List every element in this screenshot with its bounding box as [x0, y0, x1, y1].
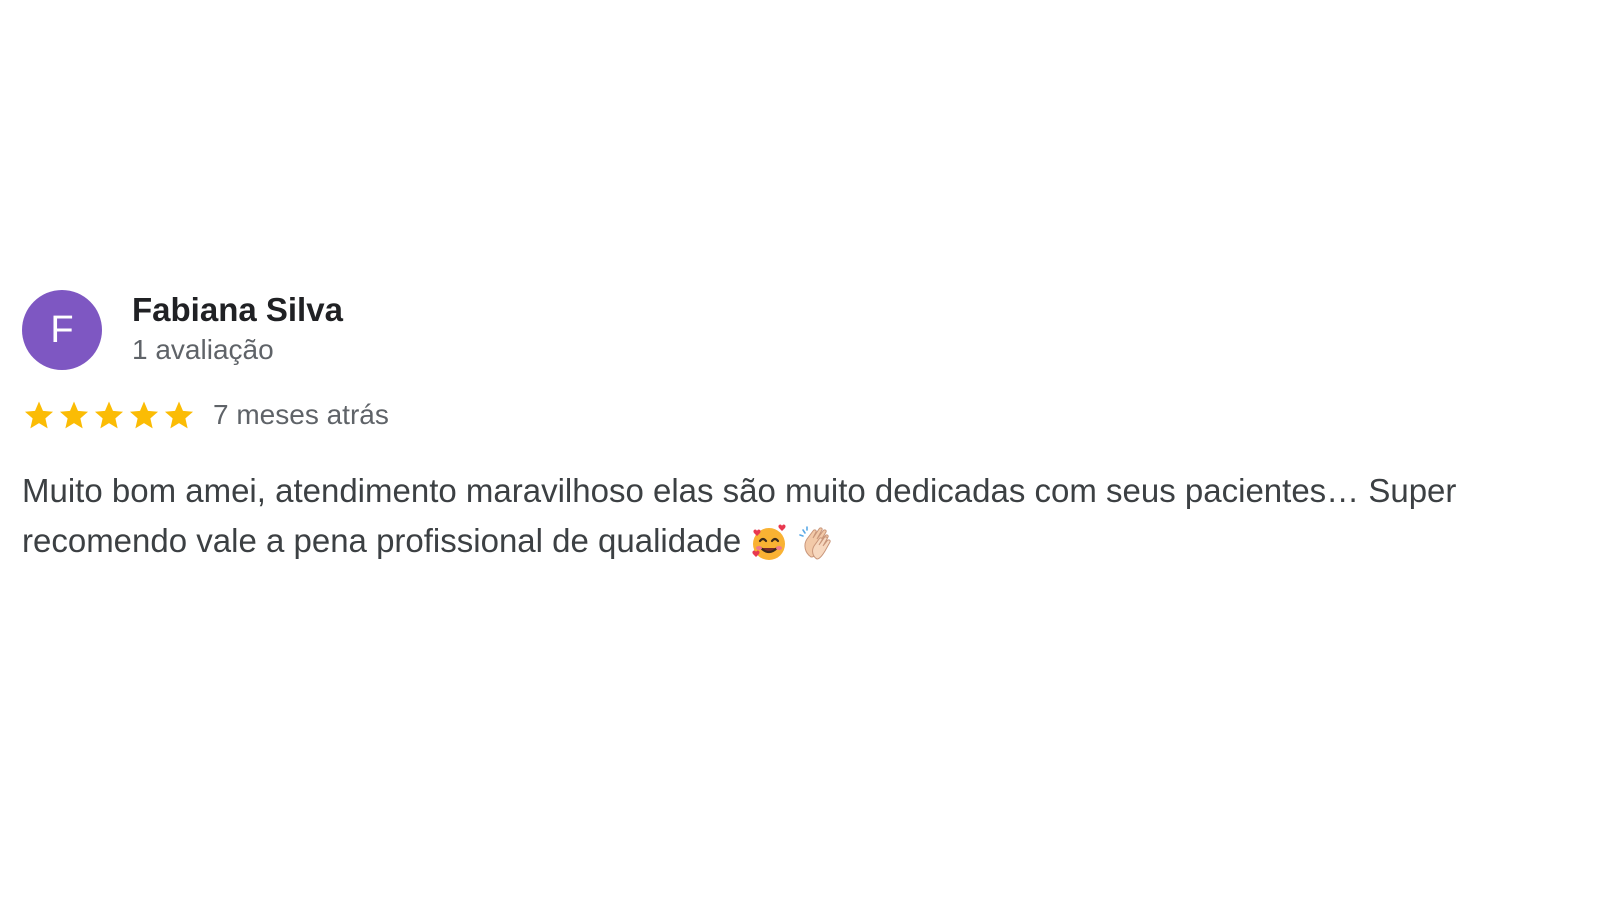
- review-card: F Fabiana Silva 1 avaliação 7 meses atrá…: [22, 290, 1582, 566]
- review-count: 1 avaliação: [132, 334, 274, 365]
- star-icon: [57, 398, 91, 432]
- star-icon: [22, 398, 56, 432]
- star-icon: [127, 398, 161, 432]
- smiling-face-with-hearts-icon: [749, 523, 789, 563]
- author-name[interactable]: Fabiana Silva: [132, 290, 343, 330]
- review-header: F Fabiana Silva 1 avaliação: [22, 290, 1582, 370]
- avatar[interactable]: F: [22, 290, 102, 370]
- review-body: Muito bom amei, atendimento maravilhoso …: [22, 472, 1457, 559]
- star-icon: [92, 398, 126, 432]
- author-block: Fabiana Silva 1 avaliação: [132, 290, 343, 368]
- rating-row: 7 meses atrás: [22, 398, 1582, 432]
- clapping-hands-icon: [797, 523, 837, 563]
- review-text: Muito bom amei, atendimento maravilhoso …: [22, 466, 1567, 566]
- avatar-initial: F: [50, 308, 74, 351]
- star-icon: [162, 398, 196, 432]
- review-date: 7 meses atrás: [213, 399, 389, 430]
- star-rating: [22, 398, 197, 432]
